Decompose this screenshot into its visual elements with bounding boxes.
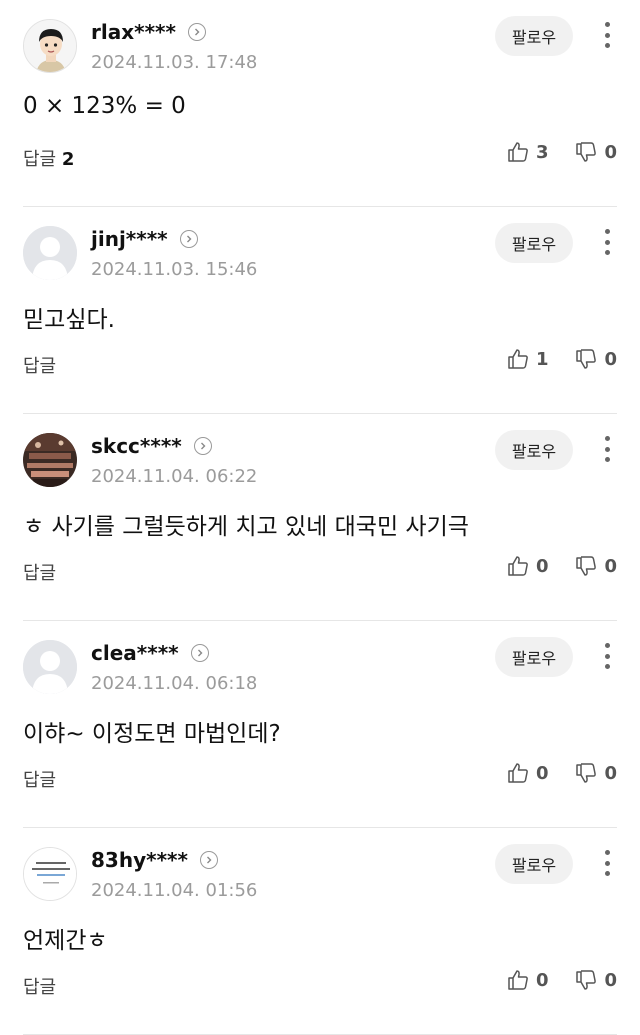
avatar[interactable] [23, 847, 77, 901]
thumbs-up-icon [508, 556, 528, 576]
follow-button[interactable]: 팔로우 [495, 430, 573, 470]
default-avatar-icon [23, 226, 77, 280]
thumbs-down-icon [576, 556, 597, 576]
like-count: 1 [535, 348, 549, 370]
comment-item: rlax**** 2024.11.03. 17:48 팔로우 0 × 123% … [23, 0, 617, 207]
reply-button[interactable]: 답글 2 [23, 145, 74, 171]
dislike-button[interactable]: 0 [574, 761, 617, 785]
reply-label: 답글 [23, 356, 57, 377]
chevron-right-icon[interactable] [187, 23, 206, 41]
quote-text-avatar-icon [24, 848, 76, 900]
comment-item: clea**** 2024.11.04. 06:18 팔로우 이햐~ 이정도면 … [23, 621, 617, 828]
avatar[interactable] [23, 640, 77, 694]
like-button[interactable]: 0 [506, 761, 549, 785]
chevron-right-icon[interactable] [190, 644, 209, 662]
author-nickname[interactable]: rlax**** [91, 20, 206, 44]
dislike-count: 0 [604, 969, 617, 991]
more-options-icon[interactable] [597, 434, 617, 464]
chevron-right-icon[interactable] [199, 851, 218, 869]
comment-date: 2024.11.04. 01:56 [91, 880, 258, 901]
reply-button[interactable]: 답글 [23, 559, 56, 585]
thumbs-up-icon [508, 763, 528, 783]
comment-date: 2024.11.04. 06:22 [91, 466, 258, 487]
reply-label: 답글 [23, 149, 57, 170]
thumbs-down-icon [576, 349, 597, 369]
reply-label: 답글 [23, 563, 57, 584]
avatar[interactable] [23, 433, 77, 487]
more-options-icon[interactable] [597, 227, 617, 257]
author-nickname[interactable]: 83hy**** [91, 848, 218, 872]
reply-button[interactable]: 답글 [23, 766, 56, 792]
like-button[interactable]: 1 [506, 347, 549, 371]
default-avatar-icon [23, 640, 77, 694]
like-button[interactable]: 0 [506, 968, 549, 992]
dislike-button[interactable]: 0 [574, 554, 617, 578]
vote-bar: 1 0 [506, 347, 617, 371]
like-count: 0 [535, 969, 549, 991]
like-count: 0 [535, 555, 549, 577]
thumbs-down-icon [576, 763, 597, 783]
nickname-text: rlax**** [91, 20, 176, 44]
dislike-button[interactable]: 0 [574, 347, 617, 371]
comment-list: rlax**** 2024.11.03. 17:48 팔로우 0 × 123% … [0, 0, 640, 1035]
like-button[interactable]: 0 [506, 554, 549, 578]
dislike-button[interactable]: 0 [574, 140, 617, 164]
comment-item: skcc**** 2024.11.04. 06:22 팔로우 ㅎ 사기를 그럴듯… [23, 414, 617, 621]
comment-text: 언제간ㅎ [23, 928, 108, 954]
comment-text: 믿고싶다. [23, 307, 115, 333]
dislike-count: 0 [604, 141, 617, 163]
reply-button[interactable]: 답글 [23, 352, 56, 378]
thumbs-down-icon [576, 142, 597, 162]
cartoon-man-avatar-icon [24, 20, 76, 72]
thumbs-down-icon [576, 970, 597, 990]
chevron-right-icon[interactable] [193, 437, 212, 455]
dislike-count: 0 [604, 348, 617, 370]
thumbs-up-icon [508, 970, 528, 990]
thumbs-up-icon [508, 349, 528, 369]
nickname-text: skcc**** [91, 434, 182, 458]
avatar[interactable] [23, 226, 77, 280]
comment-text: 0 × 123% = 0 [23, 93, 186, 119]
like-count: 0 [535, 762, 549, 784]
more-options-icon[interactable] [597, 641, 617, 671]
follow-button[interactable]: 팔로우 [495, 844, 573, 884]
reply-button[interactable]: 답글 [23, 973, 56, 999]
like-count: 3 [535, 141, 549, 163]
photo-avatar-icon [23, 433, 77, 487]
follow-button[interactable]: 팔로우 [495, 223, 573, 263]
follow-button[interactable]: 팔로우 [495, 637, 573, 677]
chevron-right-icon[interactable] [179, 230, 198, 248]
author-nickname[interactable]: jinj**** [91, 227, 198, 251]
author-nickname[interactable]: skcc**** [91, 434, 212, 458]
dislike-count: 0 [604, 762, 617, 784]
avatar[interactable] [23, 19, 77, 73]
vote-bar: 0 0 [506, 761, 617, 785]
nickname-text: 83hy**** [91, 848, 188, 872]
reply-count: 2 [61, 149, 75, 170]
vote-bar: 0 0 [506, 968, 617, 992]
reply-label: 답글 [23, 770, 57, 791]
more-options-icon[interactable] [597, 20, 617, 50]
like-button[interactable]: 3 [506, 140, 549, 164]
author-nickname[interactable]: clea**** [91, 641, 209, 665]
vote-bar: 0 0 [506, 554, 617, 578]
dislike-count: 0 [604, 555, 617, 577]
nickname-text: clea**** [91, 641, 179, 665]
comment-text: 이햐~ 이정도면 마법인데? [23, 721, 281, 747]
comment-date: 2024.11.03. 15:46 [91, 259, 258, 280]
more-options-icon[interactable] [597, 848, 617, 878]
nickname-text: jinj**** [91, 227, 168, 251]
comment-item: jinj**** 2024.11.03. 15:46 팔로우 믿고싶다. 답글 … [23, 207, 617, 414]
comment-item: 83hy**** 2024.11.04. 01:56 팔로우 언제간ㅎ 답글 0… [23, 828, 617, 1035]
thumbs-up-icon [508, 142, 528, 162]
reply-label: 답글 [23, 977, 57, 998]
dislike-button[interactable]: 0 [574, 968, 617, 992]
comment-date: 2024.11.03. 17:48 [91, 52, 258, 73]
vote-bar: 3 0 [506, 140, 617, 164]
comment-text: ㅎ 사기를 그럴듯하게 치고 있네 대국민 사기극 [23, 514, 469, 540]
follow-button[interactable]: 팔로우 [495, 16, 573, 56]
comment-date: 2024.11.04. 06:18 [91, 673, 258, 694]
